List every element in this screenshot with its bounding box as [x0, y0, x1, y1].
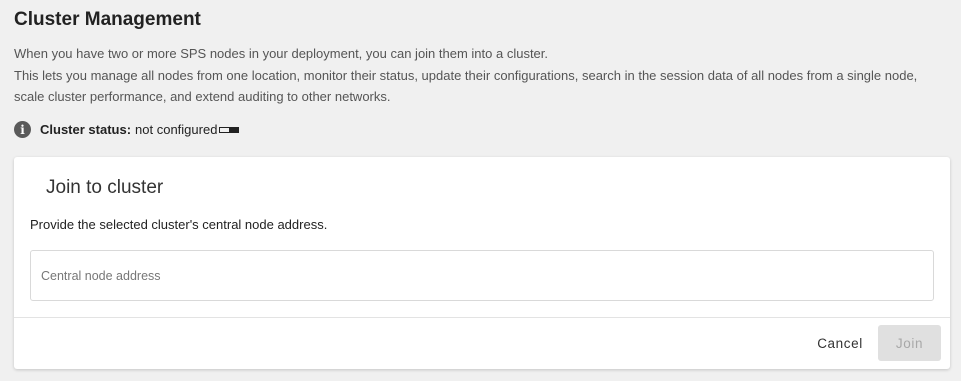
info-icon: i: [14, 121, 31, 138]
cancel-button[interactable]: Cancel: [804, 325, 876, 361]
description-line-1: When you have two or more SPS nodes in y…: [14, 46, 549, 61]
cluster-status: i Cluster status: not configured: [14, 121, 240, 138]
cluster-management-page: Cluster Management When you have two or …: [0, 0, 961, 381]
card-instruction: Provide the selected cluster's central n…: [30, 217, 328, 232]
central-node-address-input[interactable]: [30, 250, 934, 301]
card-title: Join to cluster: [46, 177, 164, 198]
join-cluster-card: Join to cluster Provide the selected clu…: [14, 157, 950, 369]
description-line-2: This lets you manage all nodes from one …: [14, 67, 918, 105]
cluster-status-label: Cluster status:: [40, 122, 132, 137]
page-description: When you have two or more SPS nodes in y…: [14, 43, 949, 108]
card-divider: [14, 317, 950, 318]
status-flag-icon: [219, 126, 240, 133]
join-button[interactable]: Join: [878, 325, 941, 361]
cluster-status-value: not configured: [135, 122, 218, 137]
page-title: Cluster Management: [14, 9, 201, 30]
